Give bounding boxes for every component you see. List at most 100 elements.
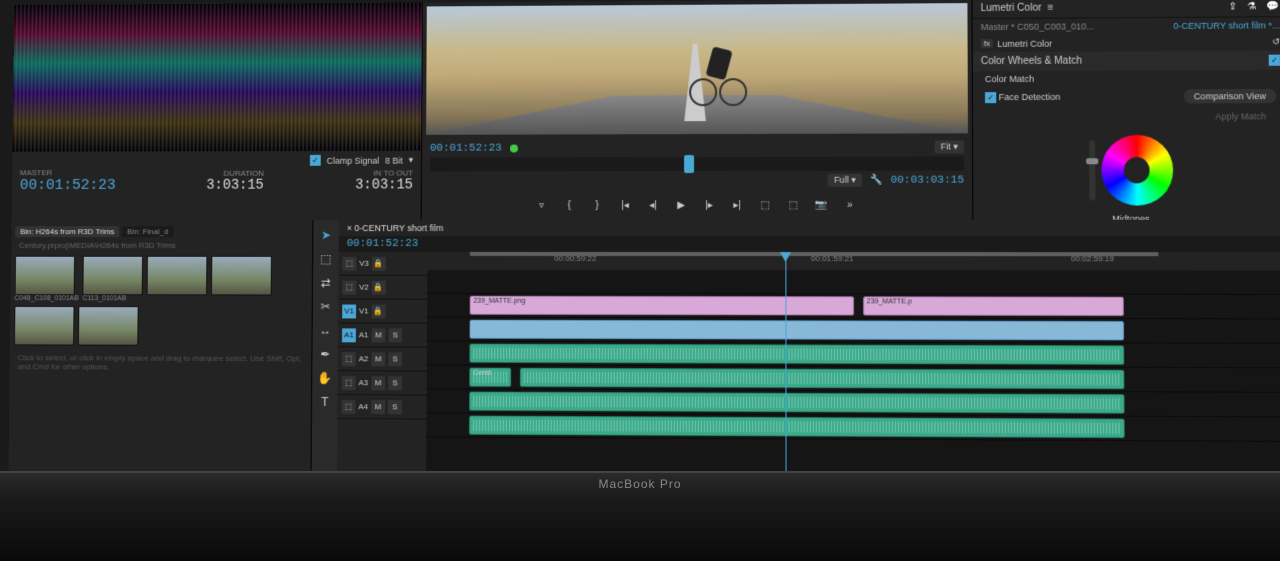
video-clip[interactable]: 239_MATTE.png bbox=[469, 296, 854, 316]
track-headers: ⬚V3🔒 ⬚V2🔒 V1V1🔒 A1A1MS ⬚A2MS ⬚A3MS ⬚A4MS bbox=[337, 252, 427, 480]
clip-thumbnail[interactable] bbox=[78, 306, 139, 346]
program-scrubber[interactable] bbox=[430, 156, 964, 171]
zoom-fit-dropdown[interactable]: Fit ▾ bbox=[934, 140, 963, 153]
clip-thumbnail[interactable] bbox=[14, 306, 75, 346]
program-monitor[interactable] bbox=[426, 3, 968, 135]
audio-clip[interactable] bbox=[520, 368, 1124, 389]
lift-button[interactable]: ⬚ bbox=[756, 196, 774, 214]
effect-name: Lumetri Color bbox=[997, 38, 1052, 48]
audio-clip[interactable] bbox=[469, 392, 1124, 414]
clip-thumbnail[interactable] bbox=[211, 256, 272, 296]
waveform-scope[interactable] bbox=[13, 3, 422, 152]
reset-effect-icon[interactable]: ↺ bbox=[1272, 36, 1280, 47]
section-color-wheels-match[interactable]: Color Wheels & Match ✓ bbox=[973, 51, 1280, 72]
tools-panel: ➤ ⬚ ⇄ ✂ ↔ ✒ ✋ T bbox=[311, 220, 338, 479]
beaker-icon[interactable]: ⚗ bbox=[1247, 1, 1256, 12]
video-clip[interactable] bbox=[469, 320, 1124, 341]
laptop-model-label: MacBook Pro bbox=[598, 477, 681, 491]
time-ruler[interactable]: 00:00:59:22 00:01:59:21 00:02:59:19 bbox=[427, 252, 1280, 271]
panel-menu-icon[interactable]: ≡ bbox=[1048, 3, 1054, 14]
extract-button[interactable]: ⬚ bbox=[784, 196, 802, 214]
razor-tool[interactable]: ✂ bbox=[317, 298, 335, 316]
track-target-a1[interactable]: A1 bbox=[342, 328, 356, 342]
mark-in-button[interactable]: { bbox=[560, 196, 578, 214]
program-panel: 00:01:52:23 Fit ▾ Full ▾ 🔧 00:03:03:15 ▿… bbox=[422, 0, 973, 220]
bin-tab-1[interactable]: Bin: H264s from R3D Trims bbox=[15, 226, 119, 237]
mark-out-button[interactable]: } bbox=[588, 196, 606, 214]
track-select-tool[interactable]: ⬚ bbox=[317, 250, 335, 268]
add-marker-button[interactable]: ▿ bbox=[533, 196, 551, 214]
wrench-icon[interactable]: 🔧 bbox=[870, 175, 883, 186]
in-to-out-value: 3:03:15 bbox=[355, 177, 413, 193]
audio-clip[interactable]: Const bbox=[469, 368, 511, 387]
master-label: MASTER bbox=[20, 168, 116, 177]
step-back-button[interactable]: ◂| bbox=[644, 196, 662, 214]
scopes-panel: ✓ Clamp Signal 8 Bit ▾ MASTER 00:01:52:2… bbox=[12, 3, 423, 221]
mute-button[interactable]: M bbox=[371, 400, 385, 414]
track-lock-icon[interactable]: 🔒 bbox=[372, 280, 386, 294]
midtones-slider[interactable] bbox=[1089, 140, 1095, 201]
solo-button[interactable]: S bbox=[388, 352, 402, 366]
export-frame-button[interactable]: 📷 bbox=[812, 196, 830, 214]
go-to-out-button[interactable]: ▸| bbox=[728, 196, 746, 214]
hand-tool[interactable]: ✋ bbox=[316, 369, 334, 387]
audio-clip[interactable] bbox=[469, 344, 1124, 365]
more-transport-icon[interactable]: » bbox=[841, 196, 859, 214]
master-timecode[interactable]: 00:01:52:23 bbox=[20, 177, 116, 194]
clamp-signal-label: Clamp Signal bbox=[327, 155, 380, 165]
step-forward-button[interactable]: |▸ bbox=[700, 196, 718, 214]
color-match-label: Color Match bbox=[985, 74, 1034, 84]
mute-button[interactable]: M bbox=[371, 376, 385, 390]
scope-menu-icon[interactable]: ▾ bbox=[409, 155, 414, 166]
program-timecode[interactable]: 00:01:52:23 bbox=[430, 142, 502, 154]
fx-badge[interactable]: fx bbox=[981, 39, 993, 48]
timeline-timecode[interactable]: 00:01:52:23 bbox=[347, 238, 419, 250]
scrubber-playhead[interactable] bbox=[684, 155, 694, 173]
clamp-signal-checkbox[interactable]: ✓ bbox=[310, 155, 321, 166]
selection-tool[interactable]: ➤ bbox=[317, 226, 335, 244]
sequence-name[interactable]: × 0-CENTURY short film bbox=[347, 223, 444, 233]
go-to-in-button[interactable]: |◂ bbox=[616, 196, 634, 214]
wheels-enable-checkbox[interactable]: ✓ bbox=[1269, 55, 1280, 66]
timeline-tracks[interactable]: 00:00:59:22 00:01:59:21 00:02:59:19 239_… bbox=[426, 252, 1280, 485]
in-out-range[interactable] bbox=[470, 252, 1159, 256]
video-clip[interactable]: 239_MATTE.p bbox=[863, 296, 1124, 316]
solo-button[interactable]: S bbox=[388, 400, 402, 414]
resolution-dropdown[interactable]: Full ▾ bbox=[828, 174, 862, 187]
apply-match-button[interactable]: Apply Match bbox=[1205, 109, 1277, 123]
face-detection-checkbox[interactable]: ✓ bbox=[985, 92, 996, 103]
midtones-wheel[interactable] bbox=[1101, 135, 1173, 206]
track-toggle[interactable]: ⬚ bbox=[342, 352, 356, 366]
pen-tool[interactable]: ✒ bbox=[316, 345, 334, 363]
transport-controls: ▿ { } |◂ ◂| ▶ |▸ ▸| ⬚ ⬚ 📷 » bbox=[422, 190, 973, 220]
solo-button[interactable]: S bbox=[388, 328, 402, 342]
chat-icon[interactable]: 💬 bbox=[1267, 1, 1280, 12]
mute-button[interactable]: M bbox=[371, 328, 385, 342]
play-button[interactable]: ▶ bbox=[672, 196, 690, 214]
share-icon[interactable]: ⇪ bbox=[1228, 1, 1237, 12]
timeline-playhead[interactable] bbox=[785, 252, 786, 482]
audio-clip[interactable] bbox=[469, 416, 1125, 438]
solo-button[interactable]: S bbox=[388, 376, 402, 390]
type-tool[interactable]: T bbox=[316, 393, 334, 411]
track-toggle[interactable]: ⬚ bbox=[342, 376, 356, 390]
sequence-link[interactable]: 0-CENTURY short film *... bbox=[1173, 20, 1279, 31]
ripple-tool[interactable]: ⇄ bbox=[317, 274, 335, 292]
clip-thumbnail[interactable] bbox=[147, 256, 208, 296]
comparison-view-button[interactable]: Comparison View bbox=[1183, 89, 1276, 103]
clip-thumbnail[interactable] bbox=[83, 256, 144, 296]
mute-button[interactable]: M bbox=[371, 352, 385, 366]
track-toggle[interactable]: ⬚ bbox=[342, 400, 356, 414]
timeline-panel: × 0-CENTURY short film 00:01:52:23 ⬚V3🔒 … bbox=[337, 220, 1280, 485]
track-lock-icon[interactable]: 🔒 bbox=[372, 256, 386, 270]
track-lock-icon[interactable]: 🔒 bbox=[372, 304, 386, 318]
track-target-v1[interactable]: V1 bbox=[342, 304, 356, 318]
slip-tool[interactable]: ↔ bbox=[316, 321, 334, 339]
duration-label: DURATION bbox=[206, 168, 264, 177]
clip-thumbnail[interactable] bbox=[15, 256, 76, 295]
track-toggle[interactable]: ⬚ bbox=[342, 280, 356, 294]
track-toggle[interactable]: ⬚ bbox=[343, 256, 357, 270]
bit-depth-label: 8 Bit bbox=[385, 155, 403, 165]
selection-hint: Click to select, or click in empty space… bbox=[14, 349, 308, 376]
bin-tab-2[interactable]: Bin: Final_d bbox=[122, 226, 173, 237]
